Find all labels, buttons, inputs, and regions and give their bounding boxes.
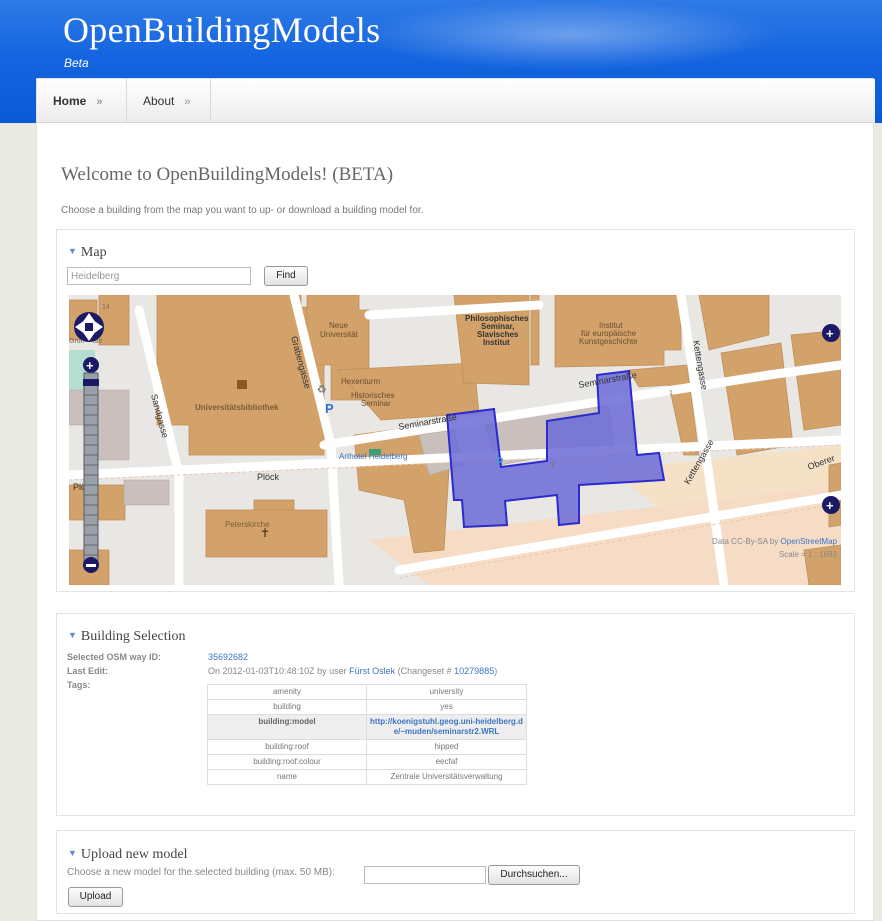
- find-button[interactable]: Find: [264, 266, 308, 286]
- header-glow: [360, 0, 780, 70]
- last-edit-suffix: ): [494, 666, 498, 676]
- collapse-triangle-icon: ▼: [68, 246, 77, 256]
- table-row: building:model http://koenigstuhl.geog.u…: [207, 714, 527, 740]
- upload-panel: ▼ Upload new model Choose a new model for…: [56, 830, 855, 914]
- parking-icon[interactable]: P: [325, 401, 334, 416]
- map-building-grey[interactable]: [123, 479, 170, 506]
- collapse-triangle-icon: ▼: [68, 630, 77, 640]
- collapse-triangle-icon: ▼: [68, 848, 77, 858]
- way-id-link[interactable]: 35692682: [208, 652, 248, 662]
- map-building[interactable]: [98, 295, 130, 346]
- tag-key: name: [207, 769, 367, 785]
- attribution-prefix: Data CC-By-SA by: [712, 537, 781, 546]
- map-zoom-control[interactable]: +: [83, 357, 99, 573]
- tag-value: eecfaf: [366, 754, 527, 770]
- last-edit-mid: (Changeset #: [395, 666, 455, 676]
- last-edit-label: Last Edit:: [67, 666, 109, 676]
- site-tagline: Beta: [64, 56, 89, 70]
- map-label-ub: Universitätsbibliothek: [195, 403, 279, 412]
- last-edit-value: On 2012-01-03T10:48:10Z by user Fürst Os…: [208, 666, 497, 676]
- layer-switcher-button-2[interactable]: +: [822, 496, 840, 514]
- zoom-slider-track[interactable]: [83, 372, 99, 564]
- nav-about-link[interactable]: About »: [127, 79, 211, 123]
- building-selection-panel: ▼ Building Selection Selected OSM way ID:…: [56, 613, 855, 816]
- selection-panel-title[interactable]: ▼ Building Selection: [68, 629, 186, 645]
- layer-plus-icon: +: [826, 326, 834, 341]
- church-icon[interactable]: ✝: [260, 526, 270, 540]
- upload-instructions: Choose a new model for the selected buil…: [67, 867, 335, 878]
- tags-label: Tags:: [67, 680, 91, 690]
- tag-key: building: [207, 699, 367, 715]
- upload-panel-title[interactable]: ▼ Upload new model: [68, 847, 187, 863]
- way-id-label: Selected OSM way ID:: [67, 652, 162, 662]
- nav-home-link[interactable]: Home »: [37, 79, 127, 123]
- file-path-field[interactable]: [364, 866, 486, 884]
- map-label-2: 2: [551, 462, 555, 469]
- parking-icon[interactable]: P: [496, 456, 503, 468]
- page-title: Welcome to OpenBuildingModels! (BETA): [61, 164, 394, 185]
- map-label-1: 1: [669, 390, 673, 397]
- map-panel-title[interactable]: ▼ Map: [68, 245, 107, 261]
- last-edit-user-link[interactable]: Fürst Oslek: [349, 666, 395, 676]
- tag-key: building:roof: [207, 739, 367, 755]
- model-url-link[interactable]: http://koenigstuhl.geog.uni-heidelberg.d…: [366, 714, 527, 740]
- page-container: Home » About » Welcome to OpenBuildingMode…: [36, 78, 875, 921]
- intro-text: Choose a building from the map you want …: [61, 205, 424, 216]
- layer-plus-icon-2: +: [826, 498, 834, 513]
- map-label-plock: Plöck: [257, 472, 280, 482]
- tag-key: building:model: [207, 714, 367, 740]
- nav-about-label: About: [143, 94, 175, 108]
- map-label-hexenturm: Hexenturm: [341, 377, 380, 386]
- map-scale: Scale = 1 : 1693: [778, 550, 837, 559]
- upload-button[interactable]: Upload: [68, 887, 123, 907]
- map-search-input[interactable]: [67, 267, 251, 285]
- last-edit-prefix: On 2012-01-03T10:48:10Z by user: [208, 666, 350, 676]
- hotel-icon[interactable]: [369, 449, 381, 455]
- nav-home-label: Home: [53, 94, 87, 108]
- changeset-link[interactable]: 10279885: [454, 666, 494, 676]
- navbar: Home » About »: [37, 79, 875, 123]
- library-icon[interactable]: [237, 380, 247, 389]
- table-row: building yes: [207, 699, 527, 715]
- tags-table: amenity university building yes building…: [207, 684, 527, 785]
- zoom-in-icon: +: [86, 358, 94, 373]
- table-row: building:roof:colour eecfaf: [207, 754, 527, 770]
- map-attribution: Data CC-By-SA by OpenStreetMap Scale = 1…: [712, 535, 837, 561]
- tag-value: Zentrale Universitätsverwaltung: [366, 769, 527, 785]
- browse-button[interactable]: Durchsuchen...: [488, 865, 580, 885]
- tag-key: amenity: [207, 684, 367, 700]
- tag-value: university: [366, 684, 527, 700]
- layer-switcher-button[interactable]: +: [822, 324, 840, 342]
- map-pan-control[interactable]: [74, 312, 104, 342]
- map-label-hist-2: Seminar: [361, 399, 391, 408]
- recycling-icon[interactable]: ♻: [317, 383, 327, 396]
- map-view[interactable]: Neue Universität Philosophisches Seminar…: [69, 295, 841, 585]
- map-panel: ▼Map Find: [56, 229, 855, 592]
- osm-link[interactable]: OpenStreetMap: [781, 537, 837, 546]
- nav-about-separator: »: [184, 96, 191, 108]
- zoom-out-icon: [86, 564, 96, 567]
- map-label-inst-3: Kunstgeschichte: [579, 337, 638, 346]
- table-row: name Zentrale Universitätsverwaltung: [207, 769, 527, 785]
- map-panel-title-text: Map: [80, 245, 107, 260]
- map-label-philo-4: Institut: [483, 338, 510, 347]
- nav-home-separator: »: [96, 96, 103, 108]
- map-label-14: 14: [102, 304, 110, 311]
- tag-value: hipped: [366, 739, 527, 755]
- tag-key: building:roof:colour: [207, 754, 367, 770]
- tag-value: yes: [366, 699, 527, 715]
- zoom-slider-handle[interactable]: [83, 379, 99, 386]
- selection-panel-title-text: Building Selection: [80, 629, 186, 644]
- map-label-neue-uni: Neue: [329, 321, 349, 330]
- map-label-neue-uni-2: Universität: [320, 330, 359, 339]
- map-building[interactable]: [253, 499, 295, 511]
- upload-panel-title-text: Upload new model: [80, 847, 188, 862]
- site-title[interactable]: OpenBuildingModels: [63, 9, 380, 51]
- table-row: building:roof hipped: [207, 739, 527, 755]
- table-row: amenity university: [207, 684, 527, 700]
